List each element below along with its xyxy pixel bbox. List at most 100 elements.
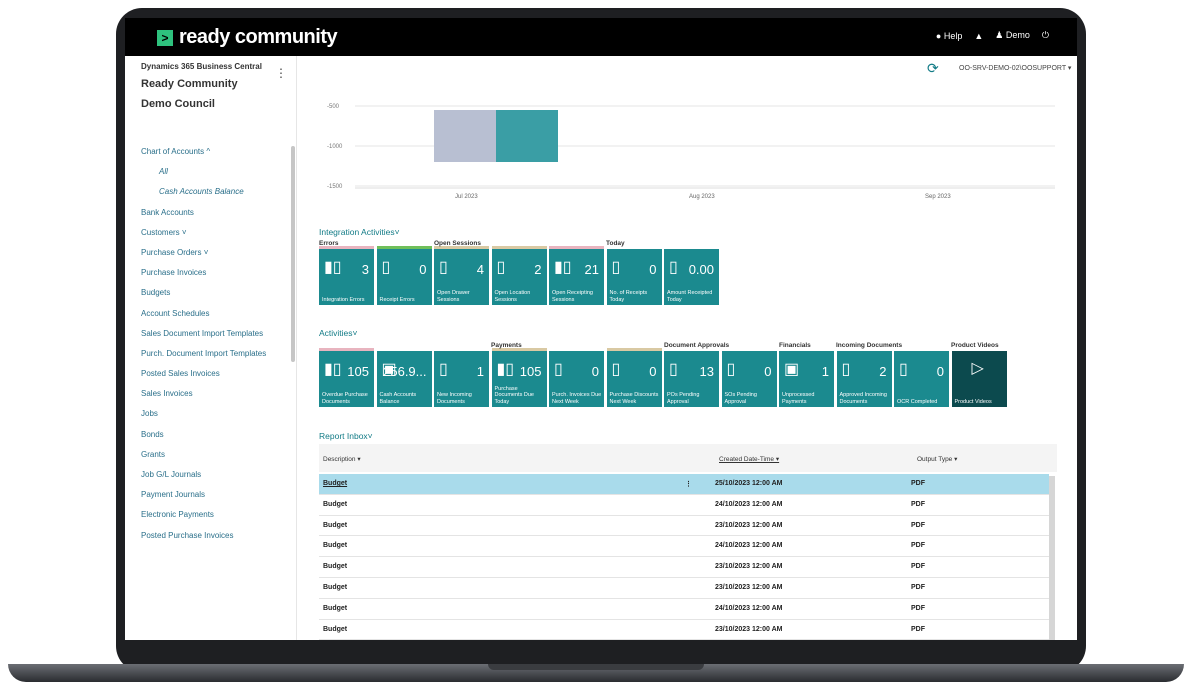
- table-row[interactable]: Budget 23/10/2023 12:00 AM PDF: [319, 516, 1049, 537]
- column-output-type[interactable]: Output Type ▾: [917, 455, 957, 463]
- sidebar-item-3[interactable]: Bank Accounts: [141, 203, 266, 223]
- row-menu-icon[interactable]: ⋮: [685, 480, 692, 488]
- sidebar-item-1[interactable]: All: [141, 162, 266, 182]
- tile-activity-tiles-0[interactable]: ▮▯ 105 Overdue Purchase Documents: [319, 348, 374, 407]
- tile-integration-tiles-0[interactable]: ▮▯ 3 Integration Errors: [319, 246, 374, 305]
- doc-icon: ▯: [611, 259, 621, 276]
- sidebar-item-14[interactable]: Bonds: [141, 425, 266, 445]
- bar-1[interactable]: [496, 110, 558, 162]
- table-row[interactable]: Budget 24/10/2023 12:00 AM PDF: [319, 599, 1049, 620]
- activities-title[interactable]: Activities˅: [319, 328, 358, 338]
- table-row[interactable]: Budget 25/10/2023 12:00 AM PDF ⋮: [319, 474, 1049, 495]
- row-description[interactable]: Budget: [323, 605, 347, 612]
- sidebar-item-15[interactable]: Grants: [141, 445, 266, 465]
- report-scrollbar[interactable]: [1049, 476, 1055, 640]
- tile-integration-tiles-6[interactable]: ▯ 0.00 Amount Receipted Today: [664, 249, 719, 305]
- docs-icon: ▮▯: [324, 259, 342, 276]
- user-menu[interactable]: ♟ Demo: [995, 30, 1030, 41]
- tile-value: 2: [534, 262, 542, 277]
- tile-integration-tiles-3[interactable]: ▯ 2 Open Location Sessions: [491, 246, 547, 305]
- tile-integration-tiles-4[interactable]: ▮▯ 21 Open Receipting Sessions: [549, 246, 604, 305]
- tile-integration-tiles-5[interactable]: ▯ 0 No. of Receipts Today: [606, 249, 662, 305]
- power-icon[interactable]: ⏻: [1042, 30, 1049, 41]
- row-description[interactable]: Budget: [323, 480, 347, 487]
- tile-integration-tiles-1[interactable]: ▯ 0 Receipt Errors: [376, 246, 432, 305]
- y-tick-label: -1000: [327, 144, 343, 150]
- tile-label: Receipt Errors: [379, 296, 415, 303]
- refresh-icon[interactable]: ⟳: [927, 60, 939, 77]
- row-created-date-time: 23/10/2023 12:00 AM: [715, 563, 783, 571]
- tile-activity-tiles-3[interactable]: ▮▯ 105 Purchase Documents Due Today: [491, 348, 547, 407]
- bar-0[interactable]: [434, 110, 496, 162]
- sidebar-item-7[interactable]: Budgets: [141, 283, 266, 303]
- brand-logo[interactable]: > ready community: [157, 26, 338, 49]
- tile-value: 13: [699, 364, 714, 379]
- tile-activity-tiles-11[interactable]: ▷ Product Videos: [951, 351, 1007, 407]
- sidebar-item-18[interactable]: Electronic Payments: [141, 505, 266, 525]
- tile-integration-tiles-2[interactable]: ▯ 4 Open Drawer Sessions: [434, 246, 489, 305]
- sidebar-item-11[interactable]: Posted Sales Invoices: [141, 364, 266, 384]
- tile-activity-tiles-9[interactable]: ▯ 2 Approved Incoming Documents: [836, 351, 892, 407]
- tile-value: 0: [649, 262, 657, 277]
- doc-icon: ▯: [554, 361, 563, 378]
- sidebar-item-0[interactable]: Chart of Accounts ^: [141, 142, 266, 162]
- sidebar-item-12[interactable]: Sales Invoices: [141, 384, 266, 404]
- doc-icon: ▯: [841, 361, 851, 378]
- table-row[interactable]: Budget 24/10/2023 12:00 AM PDF: [319, 536, 1049, 558]
- sidebar-item-6[interactable]: Purchase Invoices: [141, 263, 266, 283]
- sidebar-item-5[interactable]: Purchase Orders ˅: [141, 243, 266, 263]
- doc-icon: ▯: [381, 259, 391, 276]
- top-right-menu: ● Help ▲ ♟ Demo ⏻: [936, 30, 1049, 41]
- row-description[interactable]: Budget: [323, 501, 347, 508]
- tile-value: 0.00: [688, 262, 714, 277]
- tile-activity-tiles-6[interactable]: ▯ 13 POs Pending Approval: [664, 351, 719, 407]
- sidebar-scrollbar[interactable]: [291, 146, 295, 362]
- tile-label: Open Receipting Sessions: [552, 290, 593, 303]
- column-description[interactable]: Description ▾: [323, 455, 361, 463]
- tile-activity-tiles-4[interactable]: ▯ 0 Purch. Invoices Due Next Week: [549, 351, 604, 407]
- sidebar-item-19[interactable]: Posted Purchase Invoices: [141, 526, 266, 546]
- y-tick-label: -500: [327, 104, 340, 110]
- row-description[interactable]: Budget: [323, 563, 347, 570]
- table-row[interactable]: Budget 23/10/2023 12:00 AM PDF: [319, 578, 1049, 599]
- tile-activity-tiles-8[interactable]: ▣ 1 Unprocessed Payments: [779, 351, 834, 407]
- row-output-type: PDF: [911, 625, 925, 633]
- tile-activity-tiles-2[interactable]: ▯ 1 New Incoming Documents: [434, 351, 489, 407]
- top-bar: > ready community ● Help ▲ ♟ Demo ⏻: [125, 18, 1077, 56]
- table-row[interactable]: Budget 23/10/2023 12:00 AM PDF: [319, 620, 1049, 640]
- tile-activity-tiles-10[interactable]: ▯ 0 OCR Completed: [894, 351, 949, 407]
- help-link[interactable]: ● Help: [936, 31, 962, 41]
- row-description[interactable]: Budget: [323, 626, 347, 633]
- row-output-type: PDF: [911, 563, 925, 571]
- tile-activity-tiles-5[interactable]: ▯ 0 Purchase Discounts Next Week: [606, 348, 662, 407]
- tile-activity-tiles-1[interactable]: ▣ 256.9... Cash Accounts Balance: [376, 351, 432, 407]
- tile-indicator: [606, 348, 662, 351]
- tile-value: 105: [519, 364, 542, 379]
- sidebar-item-2[interactable]: Cash Accounts Balance: [141, 182, 266, 202]
- environment-selector[interactable]: OO-SRV-DEMO-02\OOSUPPORT ▾: [959, 64, 1071, 72]
- table-row[interactable]: Budget 23/10/2023 12:00 AM PDF: [319, 557, 1049, 578]
- sidebar-item-13[interactable]: Jobs: [141, 404, 266, 424]
- table-row[interactable]: Budget 24/10/2023 12:00 AM PDF: [319, 495, 1049, 516]
- sidebar-item-17[interactable]: Payment Journals: [141, 485, 266, 505]
- row-description[interactable]: Budget: [323, 584, 347, 591]
- sidebar-item-8[interactable]: Account Schedules: [141, 304, 266, 324]
- tile-label: No. of Receipts Today: [609, 290, 648, 303]
- group-label: Financials: [779, 342, 811, 349]
- bell-icon[interactable]: ▲: [974, 31, 983, 41]
- sidebar-item-10[interactable]: Purch. Document Import Templates: [141, 344, 266, 364]
- sidebar-item-9[interactable]: Sales Document Import Templates: [141, 324, 266, 344]
- app-screen: > ready community ● Help ▲ ♟ Demo ⏻ Dyna…: [125, 18, 1077, 640]
- integration-activities-title[interactable]: Integration Activities˅: [319, 227, 400, 237]
- more-options-icon[interactable]: ⋮: [275, 66, 287, 80]
- column-created-date-time[interactable]: Created Date-Time ▾: [719, 455, 779, 463]
- row-description[interactable]: Budget: [323, 542, 347, 549]
- user-label: Demo: [1005, 30, 1030, 40]
- tile-activity-tiles-7[interactable]: ▯ 0 SOs Pending Approval: [721, 351, 777, 407]
- sidebar-item-16[interactable]: Job G/L Journals: [141, 465, 266, 485]
- report-inbox-title[interactable]: Report Inbox˅: [319, 431, 373, 441]
- tile-indicator: [319, 348, 374, 351]
- row-description[interactable]: Budget: [323, 522, 347, 529]
- sidebar-item-4[interactable]: Customers ˅: [141, 223, 266, 243]
- tile-value: 0: [936, 364, 944, 379]
